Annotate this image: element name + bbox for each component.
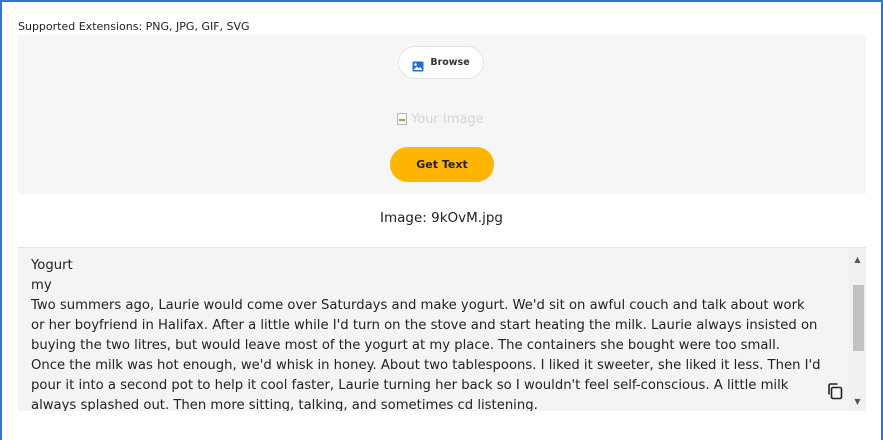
- arrow-down-icon[interactable]: ▼: [849, 394, 866, 408]
- scrollbar-thumb[interactable]: [853, 285, 864, 351]
- browse-button[interactable]: Browse: [398, 46, 484, 79]
- vertical-scrollbar[interactable]: ▲ ▼: [849, 248, 866, 411]
- image-filename: Image: 9kOvM.jpg: [380, 210, 503, 226]
- extracted-text-box[interactable]: Yogurt my Two summers ago, Laurie would …: [18, 247, 866, 411]
- get-text-label: Get Text: [416, 158, 468, 171]
- image-icon: [412, 57, 424, 72]
- arrow-up-icon[interactable]: ▲: [849, 252, 866, 266]
- uploaded-image-placeholder: Your Image: [397, 110, 497, 128]
- image-alt-text: Your Image: [411, 111, 484, 127]
- supported-extensions-label: Supported Extensions: PNG, JPG, GIF, SVG: [18, 20, 250, 33]
- upload-area[interactable]: Browse Your Image Get Text: [18, 35, 866, 194]
- get-text-button[interactable]: Get Text: [390, 147, 494, 182]
- copy-icon[interactable]: [826, 382, 844, 400]
- broken-image-icon: [397, 113, 407, 125]
- extracted-text[interactable]: Yogurt my Two summers ago, Laurie would …: [31, 256, 831, 411]
- browse-label: Browse: [430, 57, 470, 68]
